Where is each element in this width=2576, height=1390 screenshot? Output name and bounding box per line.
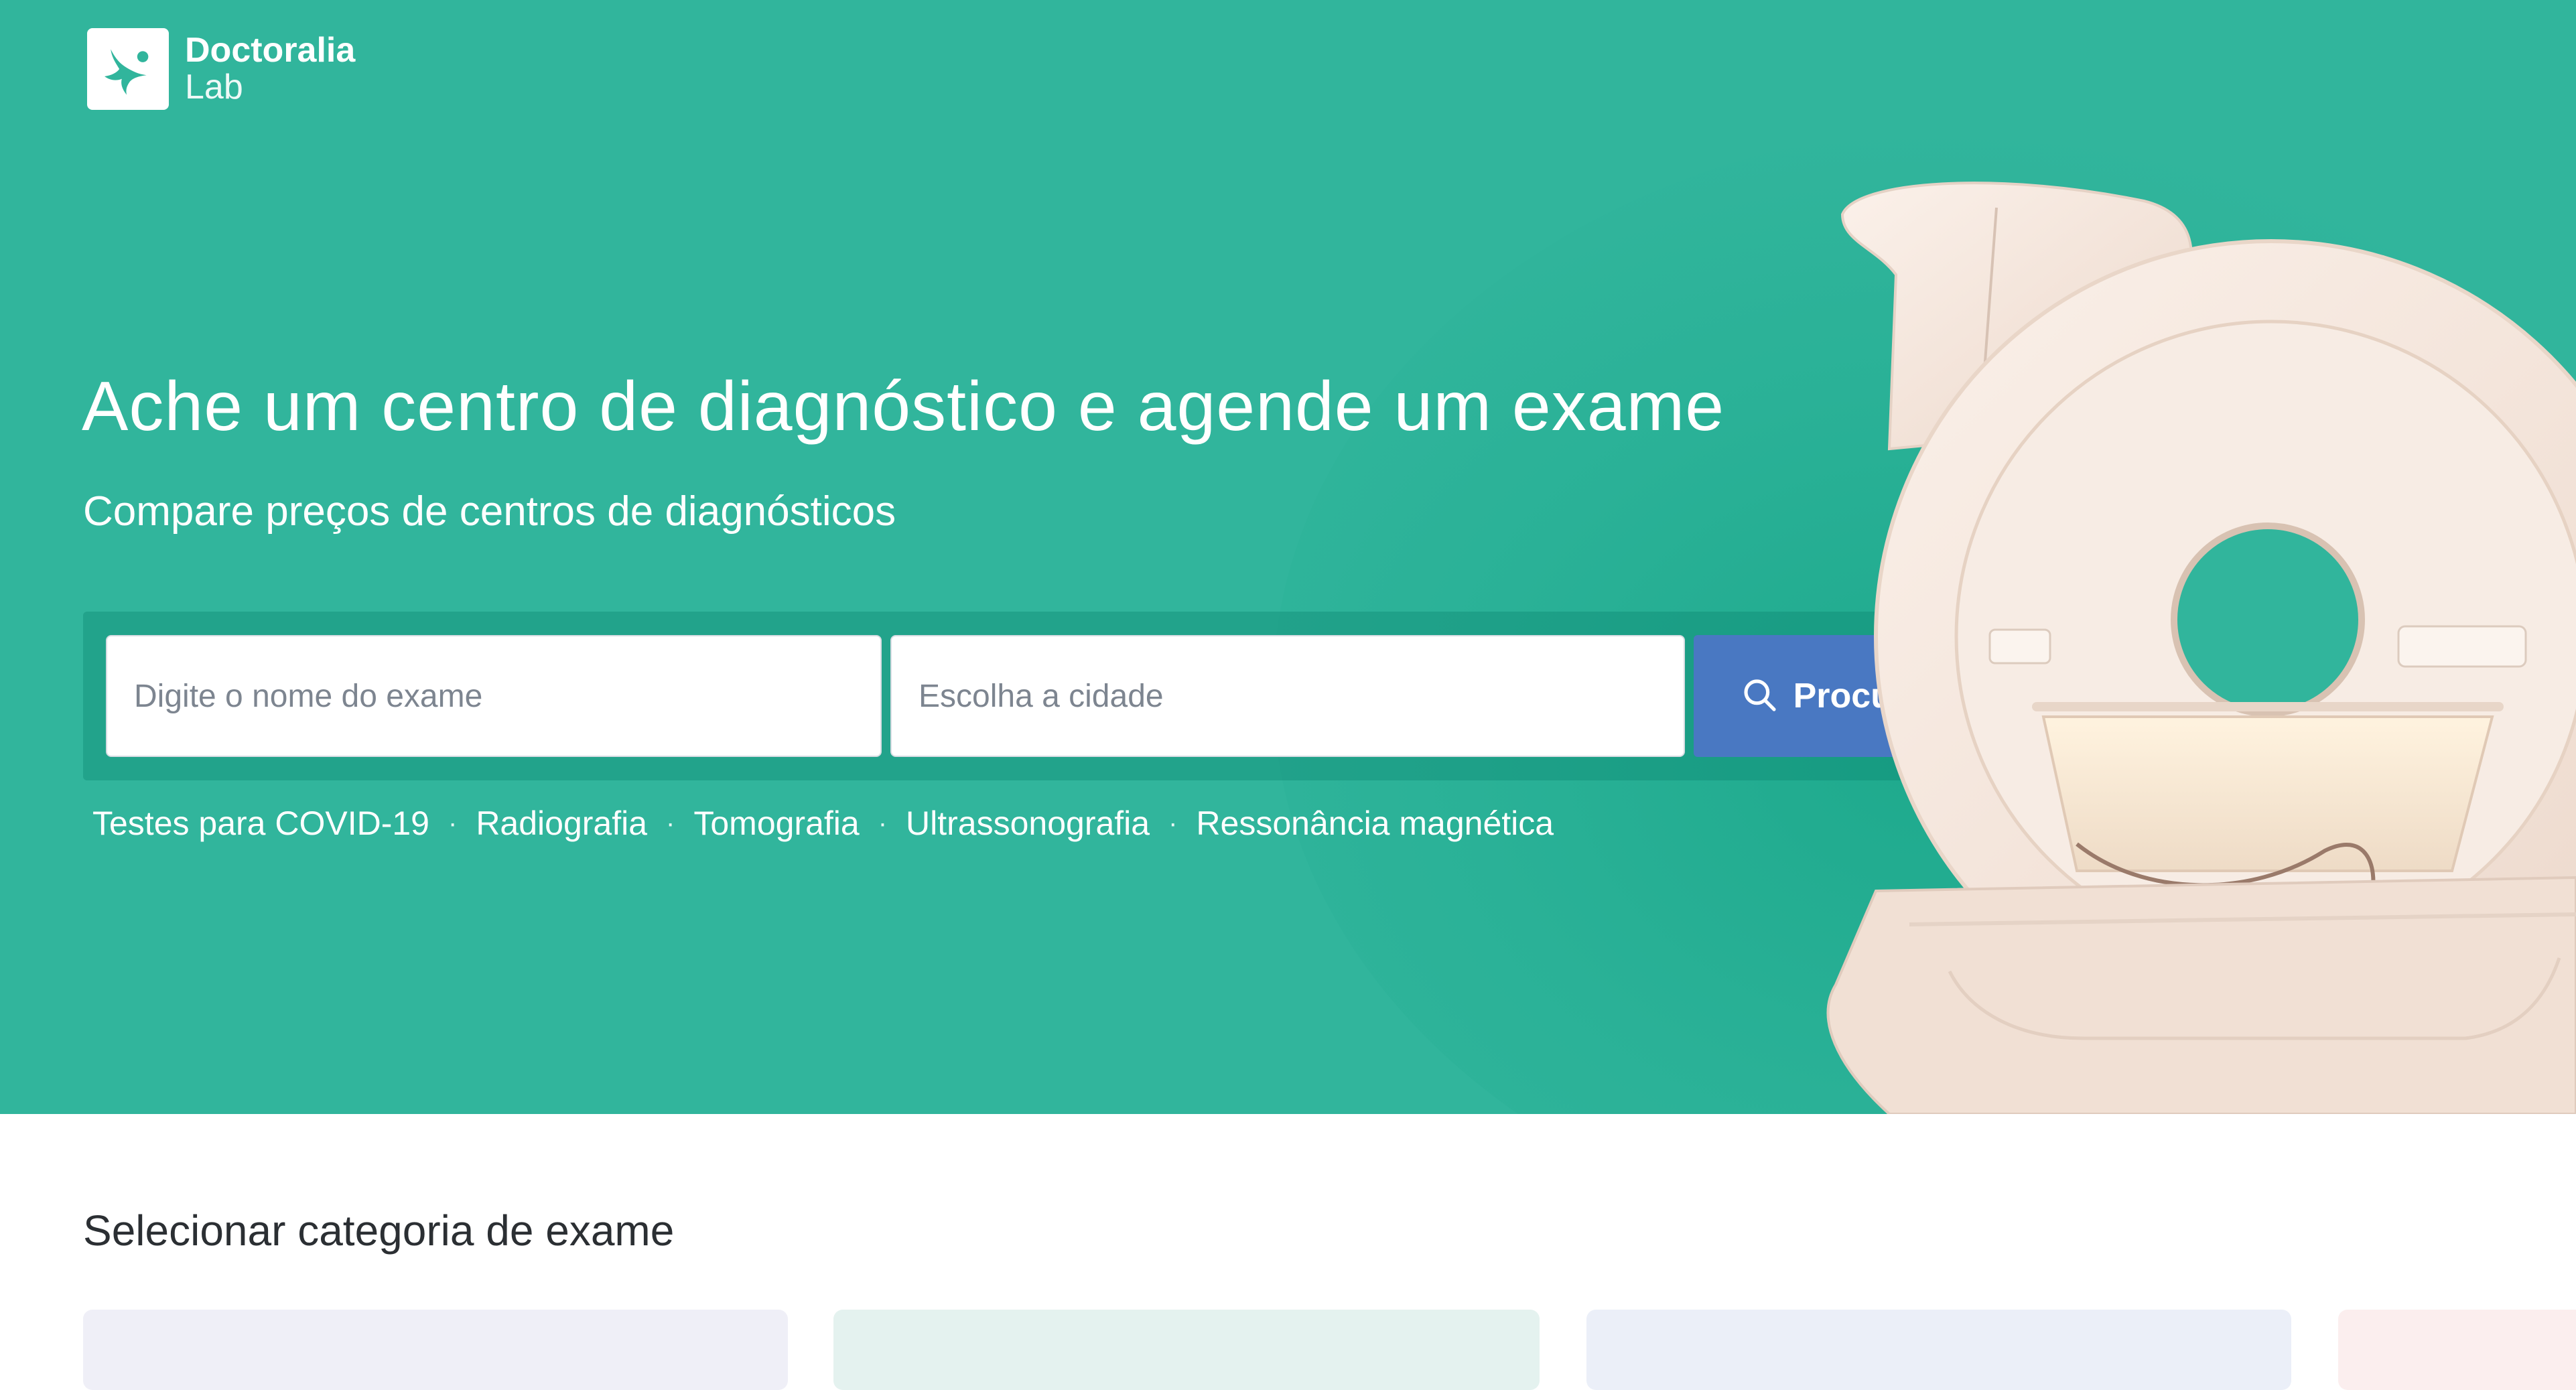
category-card[interactable] (1586, 1310, 2291, 1390)
logo-brand-name: Doctoralia (185, 31, 356, 70)
logo-product-name: Lab (185, 68, 243, 107)
quick-link-tomografia[interactable]: Tomografia (693, 804, 859, 843)
logo-text: Doctoralia Lab (185, 32, 355, 105)
hero-banner: Doctoralia Lab Ache um centro de diagnós… (0, 0, 2576, 1114)
link-separator: · (1168, 808, 1178, 838)
quick-exam-links: Testes para COVID-19 · Radiografia · Tom… (92, 804, 1554, 843)
category-card[interactable] (2338, 1310, 2576, 1390)
category-card[interactable] (833, 1310, 1540, 1390)
link-separator: · (878, 808, 888, 838)
quick-link-ressonancia[interactable]: Ressonância magnética (1196, 804, 1554, 843)
quick-link-covid[interactable]: Testes para COVID-19 (92, 804, 429, 843)
quick-link-ultrassonografia[interactable]: Ultrassonografia (906, 804, 1150, 843)
exam-search-input[interactable] (106, 635, 882, 757)
quick-link-radiografia[interactable]: Radiografia (476, 804, 647, 843)
search-icon (1741, 677, 1779, 716)
link-separator: · (448, 808, 458, 838)
category-card[interactable] (83, 1310, 788, 1390)
hero-headline: Ache um centro de diagnóstico e agende u… (82, 368, 1725, 445)
link-separator: · (666, 808, 675, 838)
doctoralia-logo-icon (87, 28, 169, 110)
city-search-input[interactable] (890, 635, 1685, 757)
hero-subheadline: Compare preços de centros de diagnóstico… (83, 488, 896, 535)
mri-scanner-image (1826, 182, 2576, 1114)
logo[interactable]: Doctoralia Lab (87, 28, 355, 110)
category-section-title: Selecionar categoria de exame (83, 1206, 675, 1255)
